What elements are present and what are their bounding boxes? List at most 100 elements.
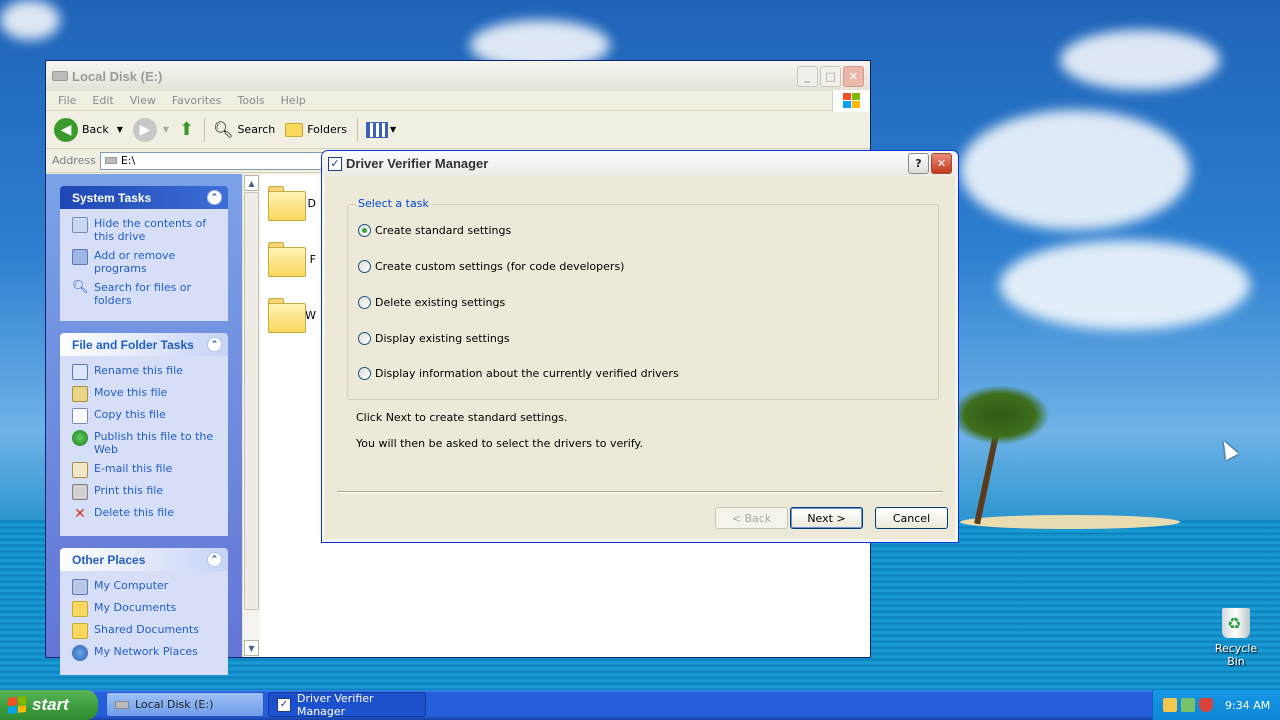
recycle-bin-icon [1222,608,1250,638]
task-move[interactable]: Move this file [72,386,220,402]
task-publish[interactable]: Publish this file to the Web [72,430,220,456]
address-input[interactable]: E:\ [99,151,340,170]
task-label: Rename this file [94,364,183,377]
option-display[interactable]: Display existing settings [358,332,510,345]
printer-icon [72,484,88,500]
explorer-titlebar[interactable]: Local Disk (E:) _ □ ✕ [46,61,870,91]
dialog-titlebar[interactable]: ✓ Driver Verifier Manager ? ✕ [322,151,958,176]
task-delete[interactable]: ✕ Delete this file [72,506,220,522]
task-email[interactable]: E-mail this file [72,462,220,478]
option-label: Display information about the currently … [375,367,679,380]
system-tasks-header[interactable]: System Tasks ⌃ [60,186,228,209]
search-button[interactable]: 🔍︎ Search [213,120,275,139]
cancel-button[interactable]: Cancel [875,507,948,529]
folder-item[interactable]: F [268,242,316,277]
scroll-down-icon[interactable]: ▼ [244,640,259,656]
menu-favorites[interactable]: Favorites [164,94,230,107]
recycle-bin[interactable]: Recycle Bin [1206,608,1266,668]
cloud [960,110,1190,230]
chevron-down-icon[interactable]: ▼ [163,125,169,134]
radio-button[interactable] [358,224,371,237]
start-button[interactable]: start [0,690,98,720]
maximize-button[interactable]: □ [820,65,841,87]
back-button[interactable]: ◀ Back ▼ [54,117,123,142]
up-button[interactable]: ⬆ [179,119,194,140]
close-button[interactable]: ✕ [843,65,864,87]
folder-name: D [307,196,316,210]
task-copy[interactable]: Copy this file [72,408,220,424]
place-my-documents[interactable]: My Documents [72,601,220,617]
folder-item[interactable]: W [268,298,316,333]
start-label: start [32,695,69,714]
collapse-icon[interactable]: ⌃ [207,190,222,205]
folder-icon [268,186,306,221]
next-button[interactable]: Next > [790,507,863,529]
task-hide-drive[interactable]: Hide the contents of this drive [72,217,220,243]
tray-network-icon[interactable] [1163,698,1177,712]
task-search[interactable]: 🔍︎ Search for files or folders [72,281,220,307]
move-icon [72,386,88,402]
option-display-info[interactable]: Display information about the currently … [358,367,679,380]
chevron-down-icon[interactable]: ▼ [117,125,123,134]
scroll-up-icon[interactable]: ▲ [244,175,259,191]
verifier-icon: ✓ [277,697,291,712]
task-add-remove[interactable]: Add or remove programs [72,249,220,275]
menu-help[interactable]: Help [273,94,314,107]
menu-edit[interactable]: Edit [84,94,121,107]
taskbar-button-verifier[interactable]: ✓ Driver Verifier Manager [268,692,426,718]
collapse-icon[interactable]: ⌃ [207,337,222,352]
menu-view[interactable]: View [122,94,164,107]
views-icon [365,121,388,138]
radio-button[interactable] [358,332,371,345]
option-delete[interactable]: Delete existing settings [358,296,505,309]
task-pane-scrollbar[interactable]: ▲ ▼ [242,174,260,657]
task-label: Print this file [94,484,164,497]
search-icon: 🔍︎ [72,280,89,295]
clock[interactable]: 9:34 AM [1225,699,1270,712]
collapse-icon[interactable]: ⌃ [207,552,222,567]
folder-name: F [309,252,316,266]
network-places-icon [72,645,88,661]
taskbar-button-explorer[interactable]: Local Disk (E:) [106,692,264,717]
place-label: My Computer [94,579,169,592]
dialog-close-button[interactable]: ✕ [931,153,952,174]
windows-logo-icon [8,696,26,714]
task-print[interactable]: Print this file [72,484,220,500]
tray-security-shield-icon[interactable] [1199,698,1213,712]
info-line-1: Click Next to create standard settings. [356,411,568,424]
radio-button[interactable] [358,367,371,380]
help-button[interactable]: ? [908,153,929,174]
file-folder-tasks-header[interactable]: File and Folder Tasks ⌃ [60,333,228,356]
scroll-thumb[interactable] [244,192,259,610]
task-label: Publish this file to the Web [94,430,214,456]
task-rename[interactable]: Rename this file [72,364,220,380]
search-label: Search [237,123,276,136]
shared-folder-icon [72,623,88,639]
delete-x-icon: ✕ [74,506,86,522]
folder-item[interactable]: D [268,186,316,221]
menu-tools[interactable]: Tools [230,94,273,107]
radio-button[interactable] [358,260,371,273]
back-button[interactable]: < Back [715,507,788,529]
forward-button[interactable]: ▶ ▼ [132,117,169,142]
place-my-computer[interactable]: My Computer [72,579,220,595]
task-pane: System Tasks ⌃ Hide the contents of this… [46,174,242,675]
toolbar: ◀ Back ▼ ▶ ▼ ⬆ 🔍︎ Search Folders ▼ [46,111,870,149]
views-button[interactable]: ▼ [365,121,396,138]
option-standard[interactable]: Create standard settings [358,224,511,237]
panel-body: Rename this file Move this file Copy thi… [60,356,228,536]
option-custom[interactable]: Create custom settings (for code develop… [358,260,624,273]
recycle-bin-label: Recycle Bin [1214,642,1258,668]
file-folder-tasks-panel: File and Folder Tasks ⌃ Rename this file… [60,333,228,536]
folders-button[interactable]: Folders [285,122,347,137]
tray-safely-remove-icon[interactable] [1181,698,1195,712]
address-value: E:\ [120,154,136,167]
drive-icon [52,71,68,81]
place-network[interactable]: My Network Places [72,645,220,661]
dialog-body: Select a task Create standard settings C… [322,176,958,542]
menu-file[interactable]: File [50,94,84,107]
minimize-button[interactable]: _ [797,65,818,87]
radio-button[interactable] [358,296,371,309]
place-shared-documents[interactable]: Shared Documents [72,623,220,639]
other-places-header[interactable]: Other Places ⌃ [60,548,228,571]
